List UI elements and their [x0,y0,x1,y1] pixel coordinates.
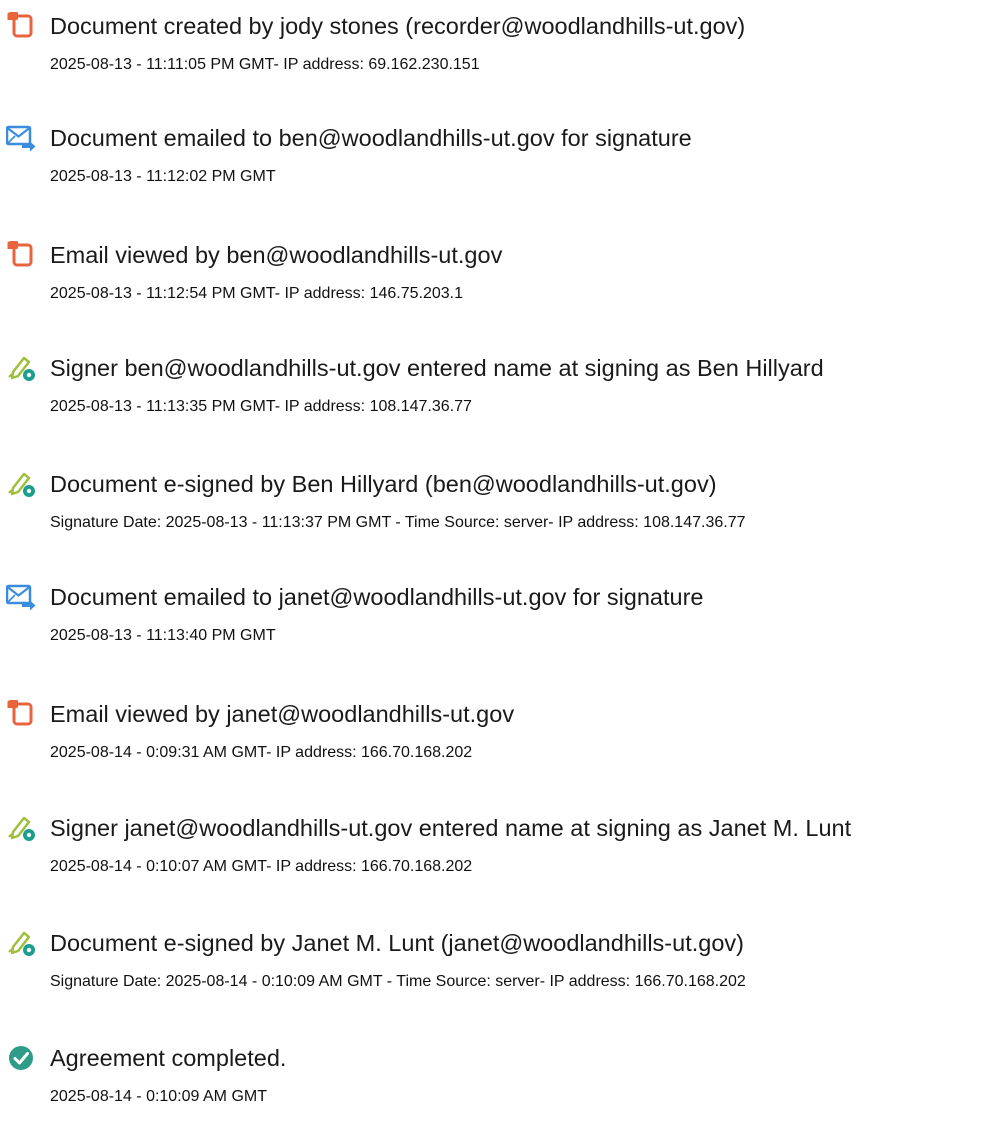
signature-pen-icon [6,353,36,383]
event-row: Document emailed to janet@woodlandhills-… [0,582,981,662]
event-row: Document created by jody stones (recorde… [0,11,981,91]
email-send-icon [6,582,36,612]
event-row: Signer ben@woodlandhills-ut.gov entered … [0,353,981,433]
event-row: Agreement completed. 2025-08-14 - 0:10:0… [0,1043,981,1123]
check-circle-icon [6,1043,36,1073]
event-row: Email viewed by ben@woodlandhills-ut.gov… [0,240,981,320]
signature-pen-icon [6,469,36,499]
event-timestamp: Signature Date: 2025-08-14 - 0:10:09 AM … [50,973,746,990]
event-title: Email viewed by ben@woodlandhills-ut.gov [50,242,503,268]
event-title: Document emailed to janet@woodlandhills-… [50,584,704,610]
event-title: Email viewed by janet@woodlandhills-ut.g… [50,701,515,727]
event-title: Document e-signed by Janet M. Lunt (jane… [50,930,744,956]
audit-trail: Document created by jody stones (recorde… [0,0,981,1109]
event-timestamp: Signature Date: 2025-08-13 - 11:13:37 PM… [50,514,746,531]
event-title: Signer janet@woodlandhills-ut.gov entere… [50,815,852,841]
event-row: Document e-signed by Ben Hillyard (ben@w… [0,469,981,549]
document-icon [6,699,36,729]
event-row: Document emailed to ben@woodlandhills-ut… [0,123,981,203]
event-timestamp: 2025-08-14 - 0:09:31 AM GMT- IP address:… [50,744,473,761]
signature-pen-icon [6,813,36,843]
event-timestamp: 2025-08-13 - 11:13:40 PM GMT [50,627,276,644]
event-title: Agreement completed. [50,1045,287,1071]
event-timestamp: 2025-08-13 - 11:13:35 PM GMT- IP address… [50,398,472,415]
event-timestamp: 2025-08-14 - 0:10:09 AM GMT [50,1088,267,1105]
event-timestamp: 2025-08-14 - 0:10:07 AM GMT- IP address:… [50,858,473,875]
event-title: Document created by jody stones (recorde… [50,13,746,39]
event-timestamp: 2025-08-13 - 11:12:02 PM GMT [50,168,276,185]
document-icon [6,11,36,41]
event-timestamp: 2025-08-13 - 11:12:54 PM GMT- IP address… [50,285,463,302]
document-icon [6,240,36,270]
event-timestamp: 2025-08-13 - 11:11:05 PM GMT- IP address… [50,56,480,73]
event-row: Document e-signed by Janet M. Lunt (jane… [0,928,981,1008]
email-send-icon [6,123,36,153]
signature-pen-icon [6,928,36,958]
event-row: Email viewed by janet@woodlandhills-ut.g… [0,699,981,779]
event-title: Document emailed to ben@woodlandhills-ut… [50,125,692,151]
event-title: Document e-signed by Ben Hillyard (ben@w… [50,471,717,497]
event-row: Signer janet@woodlandhills-ut.gov entere… [0,813,981,893]
event-title: Signer ben@woodlandhills-ut.gov entered … [50,355,824,381]
